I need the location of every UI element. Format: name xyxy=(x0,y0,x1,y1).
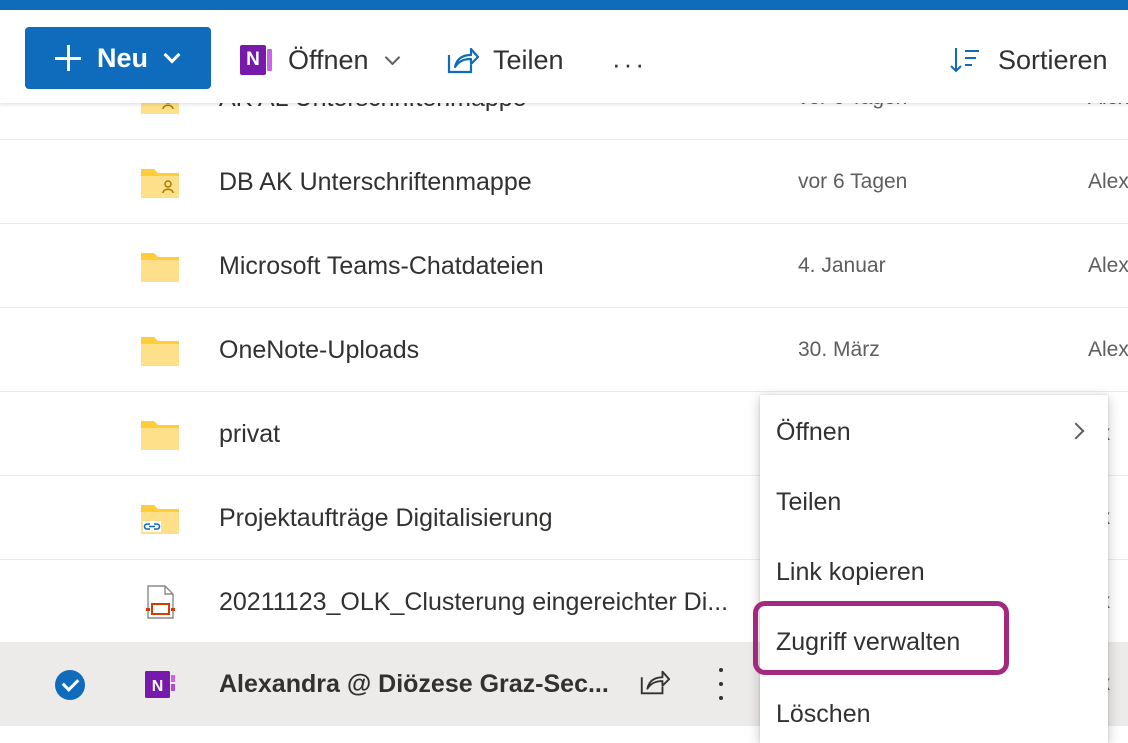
new-button[interactable]: Neu xyxy=(25,27,211,89)
sort-button-label: Sortieren xyxy=(998,44,1108,75)
menu-item-label: Löschen xyxy=(776,699,871,728)
list-item[interactable]: OneNote-Uploads 30. März Alex xyxy=(0,308,1128,392)
onenote-file-icon: N xyxy=(145,671,175,698)
file-modified: vor 6 Tagen xyxy=(798,170,908,193)
folder-icon xyxy=(141,337,179,366)
shared-folder-icon xyxy=(141,169,179,198)
file-name[interactable]: Projektaufträge Digitalisierung xyxy=(219,476,553,560)
folder-icon xyxy=(141,253,179,282)
menu-item-label: Link kopieren xyxy=(776,557,925,586)
sort-button[interactable]: Sortieren xyxy=(950,40,1108,80)
file-name[interactable]: Microsoft Teams-Chatdateien xyxy=(219,224,544,308)
onenote-icon: N xyxy=(240,45,272,75)
highlight-annotation xyxy=(753,601,1009,675)
top-accent-bar xyxy=(0,0,1128,10)
file-modified: 4. Januar xyxy=(798,254,886,277)
linked-folder-icon xyxy=(141,505,179,534)
file-name[interactable]: Alexandra @ Diözese Graz-Sec... xyxy=(219,642,609,726)
file-name[interactable]: OneNote-Uploads xyxy=(219,308,419,392)
sort-icon xyxy=(950,48,979,73)
chevron-down-icon xyxy=(384,49,400,65)
share-icon xyxy=(447,47,479,74)
menu-item-delete[interactable]: Löschen xyxy=(760,679,1108,743)
checkmark-icon[interactable] xyxy=(55,670,85,700)
command-bar: Neu N Öffnen Teilen ··· Sortieren xyxy=(0,10,1128,103)
menu-item-copy-link[interactable]: Link kopieren xyxy=(760,537,1108,607)
file-owner: Alex xyxy=(1088,338,1128,361)
new-button-label: Neu xyxy=(97,42,149,73)
chevron-down-icon xyxy=(163,46,181,64)
file-modified: 30. März xyxy=(798,338,880,361)
open-button[interactable]: N Öffnen xyxy=(240,40,400,80)
list-item[interactable]: Microsoft Teams-Chatdateien 4. Januar Al… xyxy=(0,224,1128,308)
more-actions-icon[interactable] xyxy=(716,664,726,704)
menu-item-open[interactable]: Öffnen xyxy=(760,397,1108,467)
context-menu: Öffnen Teilen Link kopieren Zugriff verw… xyxy=(760,395,1108,743)
file-name[interactable]: privat xyxy=(219,392,280,476)
share-button[interactable]: Teilen xyxy=(445,40,564,80)
folder-icon xyxy=(141,421,179,450)
file-owner: Alex xyxy=(1088,170,1128,193)
open-button-label: Öffnen xyxy=(288,44,369,75)
share-icon[interactable] xyxy=(638,667,670,697)
menu-item-label: Teilen xyxy=(776,487,842,516)
menu-item-share[interactable]: Teilen xyxy=(760,467,1108,537)
svg-text:N: N xyxy=(152,678,164,695)
menu-item-label: Öffnen xyxy=(776,417,851,446)
presentation-file-icon xyxy=(146,585,175,619)
file-name[interactable]: DB AK Unterschriftenmappe xyxy=(219,140,532,224)
list-item[interactable]: DB AK Unterschriftenmappe vor 6 Tagen Al… xyxy=(0,140,1128,224)
onenote-icon-letter: N xyxy=(240,45,266,75)
chevron-right-icon xyxy=(1067,422,1085,440)
file-owner: Alex xyxy=(1088,254,1128,277)
more-options-button[interactable]: ··· xyxy=(612,44,647,84)
share-button-label: Teilen xyxy=(493,44,564,75)
file-name[interactable]: 20211123_OLK_Clusterung eingereichter Di… xyxy=(219,560,728,644)
plus-icon xyxy=(55,45,81,71)
